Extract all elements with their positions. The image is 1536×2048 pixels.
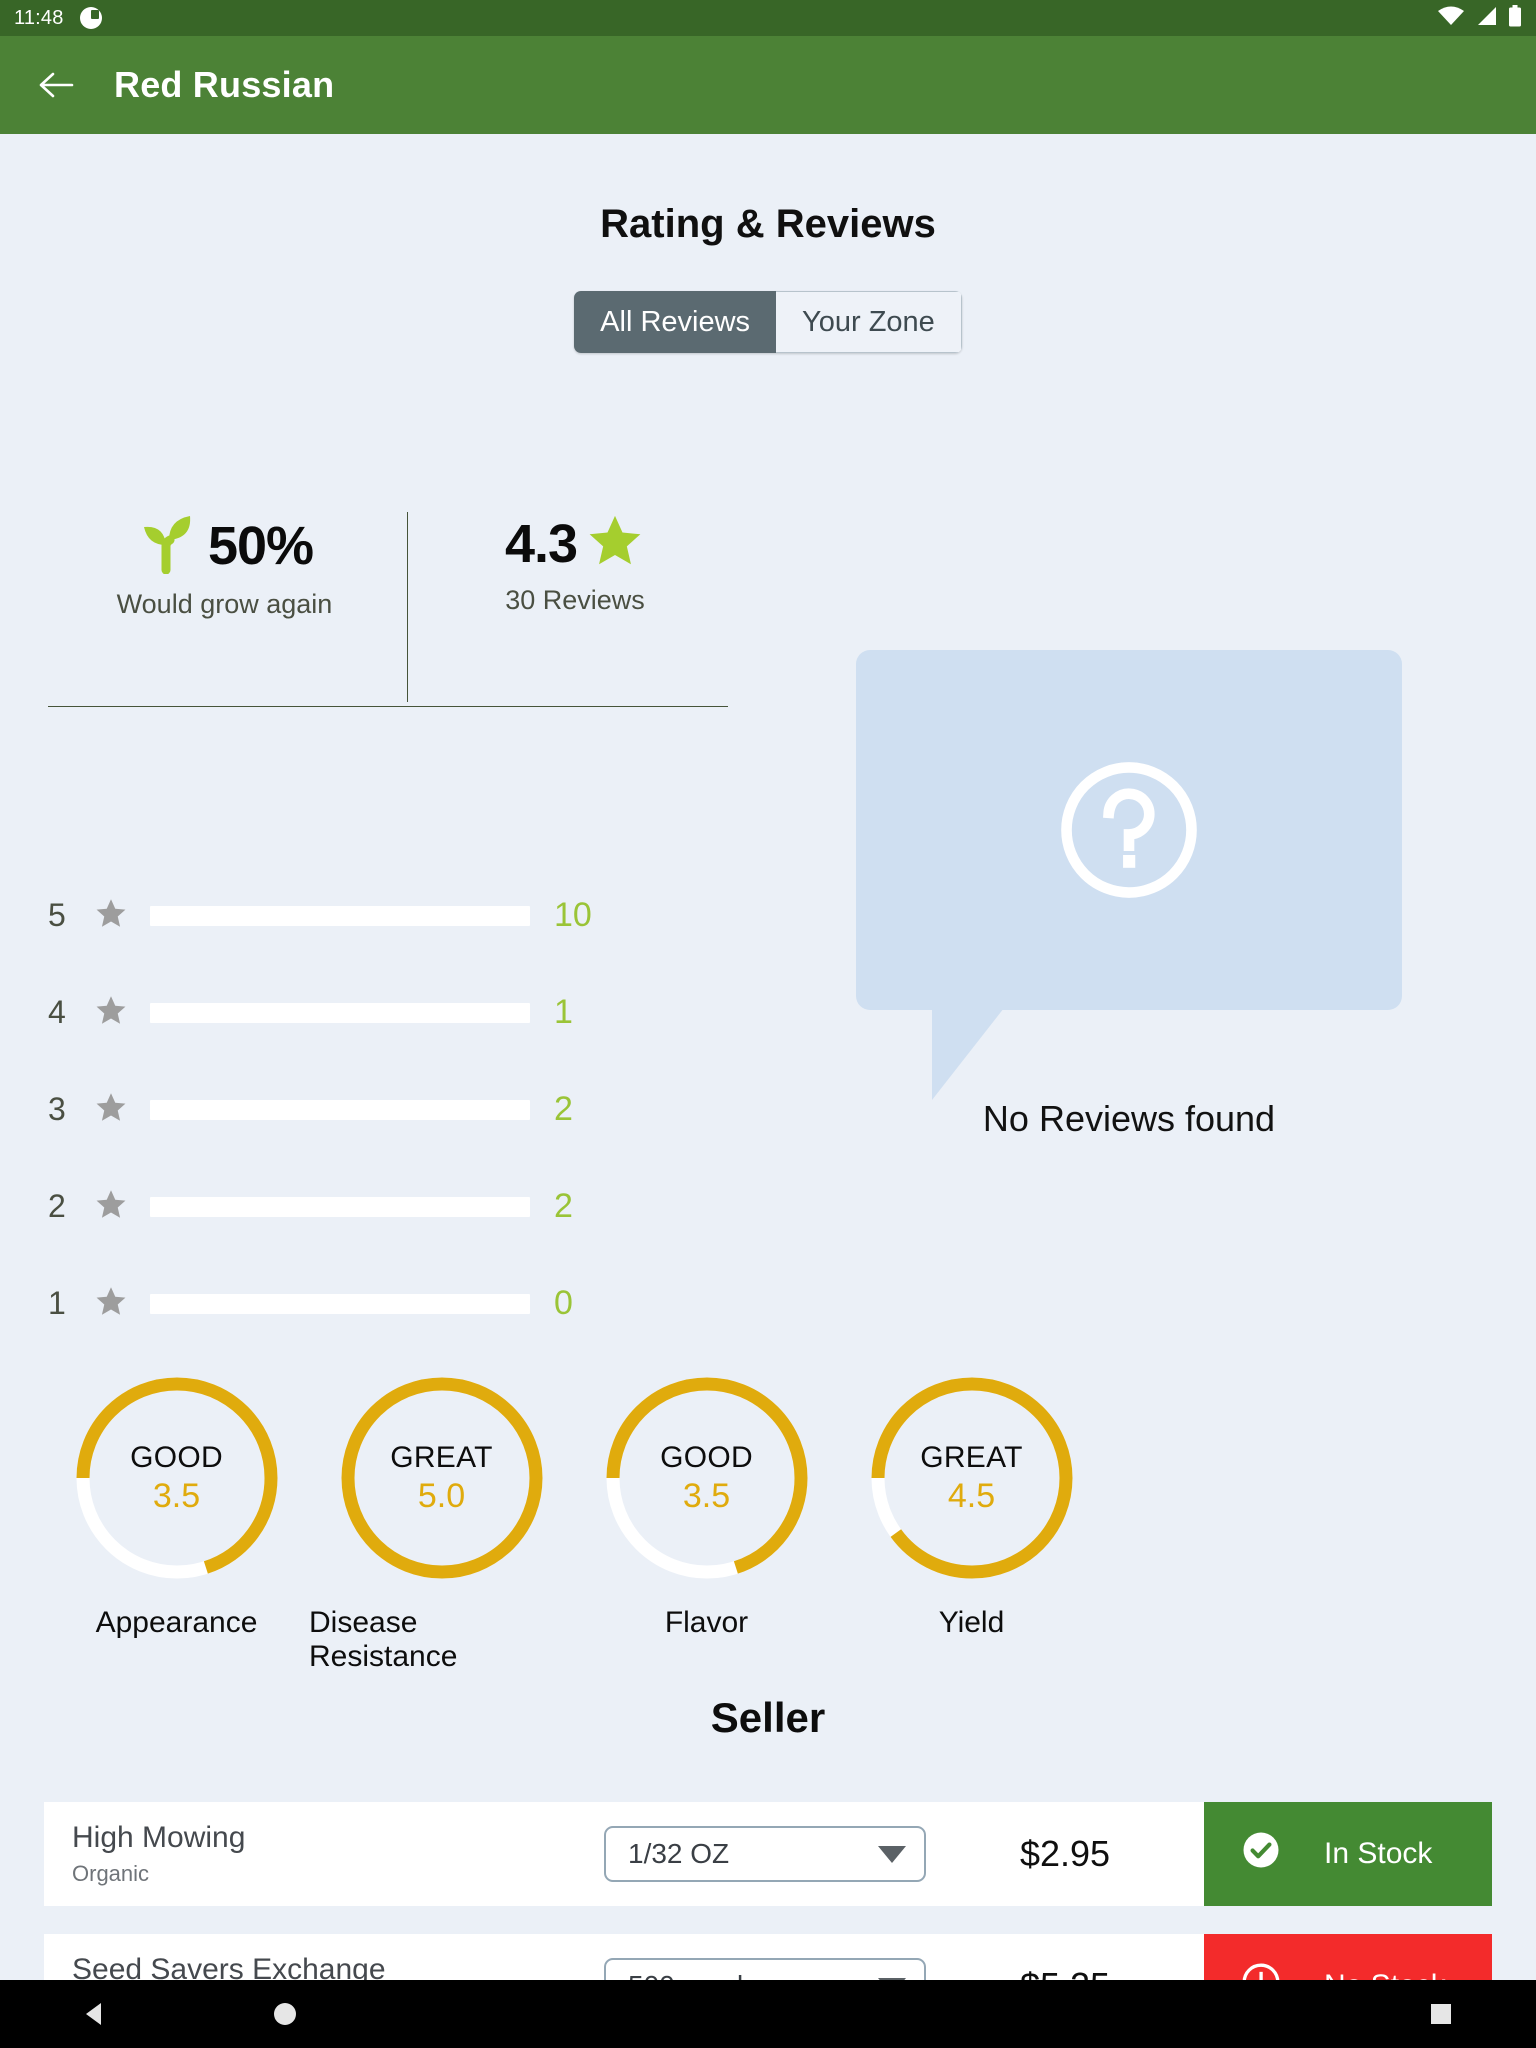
- star-icon: [94, 1091, 128, 1129]
- histogram-star-label: 3: [48, 1091, 66, 1127]
- gauge-word: GOOD: [130, 1440, 223, 1474]
- tab-your-zone[interactable]: Your Zone: [776, 291, 962, 353]
- table-row: 4 1: [48, 964, 688, 1061]
- page-content: Rating & Reviews All Reviews Your Zone 5…: [0, 202, 1536, 2048]
- gauge-caption: Appearance: [95, 1606, 258, 1639]
- gauge-score: 3.5: [152, 1476, 201, 1515]
- seller-price: $2.95: [1019, 1833, 1111, 1874]
- nav-recents-icon[interactable]: [1346, 2002, 1536, 2026]
- star-icon: [585, 512, 645, 575]
- review-count-label: 30 Reviews: [505, 585, 645, 615]
- wifi-icon: [1438, 6, 1464, 31]
- histogram-count: 2: [554, 1187, 573, 1225]
- histogram-star-label: 2: [48, 1188, 66, 1224]
- average-rating-block: 4.3 30 Reviews: [408, 512, 728, 702]
- histogram-count: 10: [554, 896, 592, 934]
- histogram-bar-track: [150, 1002, 530, 1023]
- table-row: High Mowing Organic 1/32 OZ $2.95 In Sto…: [44, 1802, 1492, 1906]
- summary-divider: [48, 706, 728, 707]
- histogram-count: 2: [554, 1090, 573, 1128]
- sprout-icon: [136, 512, 198, 579]
- no-reviews-text: No Reviews found: [982, 1098, 1276, 1139]
- status-bar-clock: 11:48: [14, 6, 64, 29]
- star-icon: [94, 897, 128, 935]
- gauge-ring: GREAT 4.5: [866, 1372, 1078, 1584]
- gauge-ring: GREAT 5.0: [336, 1372, 548, 1584]
- page-title: Red Russian: [114, 64, 335, 105]
- package-size-value: 1/32 OZ: [628, 1838, 730, 1869]
- gauge-score: 4.5: [947, 1476, 996, 1515]
- cellular-signal-icon: [1474, 6, 1498, 31]
- table-row: 3 2: [48, 1061, 688, 1158]
- histogram-bar-track: [150, 1196, 530, 1217]
- gauge-word: GREAT: [390, 1440, 493, 1474]
- package-size-select[interactable]: 1/32 OZ: [604, 1826, 926, 1882]
- histogram-star-label: 1: [48, 1285, 66, 1321]
- nav-back-icon[interactable]: [0, 2001, 190, 2027]
- check-circle-icon: [1240, 1829, 1282, 1879]
- gauge-score: 5.0: [417, 1476, 466, 1515]
- rating-histogram: 5 10 4 1 3 2 2 2 1 0: [48, 867, 688, 1352]
- reviews-filter-segmented: All Reviews Your Zone: [0, 291, 1536, 353]
- histogram-bar-track: [150, 1099, 530, 1120]
- rating-reviews-heading: Rating & Reviews: [600, 202, 936, 246]
- gauge-score: 3.5: [682, 1476, 731, 1515]
- tab-all-reviews[interactable]: All Reviews: [574, 291, 777, 353]
- table-row: 1 0: [48, 1255, 688, 1352]
- status-badge-in-stock[interactable]: In Stock: [1204, 1802, 1492, 1906]
- gauge-appearance: GOOD 3.5 Appearance: [44, 1372, 309, 1674]
- app-badge-icon: [79, 7, 102, 29]
- histogram-bar-track: [150, 1293, 530, 1314]
- seller-info: High Mowing Organic: [44, 1802, 604, 1906]
- gauge-flavor: GOOD 3.5 Flavor: [574, 1372, 839, 1674]
- nav-home-icon[interactable]: [190, 2001, 380, 2027]
- rating-summary: 50% Would grow again 4.3 30 Reviews: [48, 512, 728, 707]
- table-row: 5 10: [48, 867, 688, 964]
- histogram-count: 1: [554, 993, 573, 1031]
- would-grow-again-percent: 50%: [207, 515, 314, 576]
- attribute-gauges: GOOD 3.5 Appearance GREAT 5.0 Disease Re…: [44, 1372, 1104, 1674]
- table-row: 2 2: [48, 1158, 688, 1255]
- system-navigation-bar: [0, 1980, 1536, 2048]
- histogram-star-label: 4: [48, 994, 66, 1030]
- star-icon: [94, 994, 128, 1032]
- star-icon: [94, 1188, 128, 1226]
- star-icon: [94, 1285, 128, 1323]
- histogram-bar-track: [150, 905, 530, 926]
- would-grow-again-label: Would grow again: [116, 589, 333, 619]
- seller-heading: Seller: [710, 1694, 826, 1741]
- gauge-word: GREAT: [920, 1440, 1023, 1474]
- no-reviews-empty-state: No Reviews found: [856, 650, 1402, 1140]
- status-bar: 11:48: [0, 0, 1536, 36]
- would-grow-again-block: 50% Would grow again: [48, 512, 408, 702]
- app-bar: Red Russian: [0, 36, 1536, 134]
- gauge-caption: Yield: [938, 1606, 1005, 1639]
- stock-label: In Stock: [1324, 1837, 1433, 1870]
- gauge-disease-resistance: GREAT 5.0 Disease Resistance: [309, 1372, 574, 1674]
- gauge-ring: GOOD 3.5: [601, 1372, 813, 1584]
- gauge-caption: Disease Resistance: [309, 1606, 458, 1673]
- gauge-word: GOOD: [660, 1440, 753, 1474]
- histogram-count: 0: [554, 1284, 573, 1322]
- gauge-ring: GOOD 3.5: [71, 1372, 283, 1584]
- question-mark-bubble-icon: [856, 650, 1402, 1100]
- status-bar-system-icons: [1438, 4, 1522, 32]
- gauge-yield: GREAT 4.5 Yield: [839, 1372, 1104, 1674]
- seller-subtitle: Organic: [72, 1861, 150, 1886]
- average-rating-value: 4.3: [504, 513, 578, 574]
- gauge-caption: Flavor: [664, 1606, 749, 1639]
- battery-icon: [1508, 4, 1522, 32]
- seller-name: High Mowing: [72, 1821, 246, 1854]
- chevron-down-icon: [878, 1845, 906, 1863]
- histogram-star-label: 5: [48, 897, 66, 933]
- back-arrow-icon[interactable]: [34, 63, 78, 107]
